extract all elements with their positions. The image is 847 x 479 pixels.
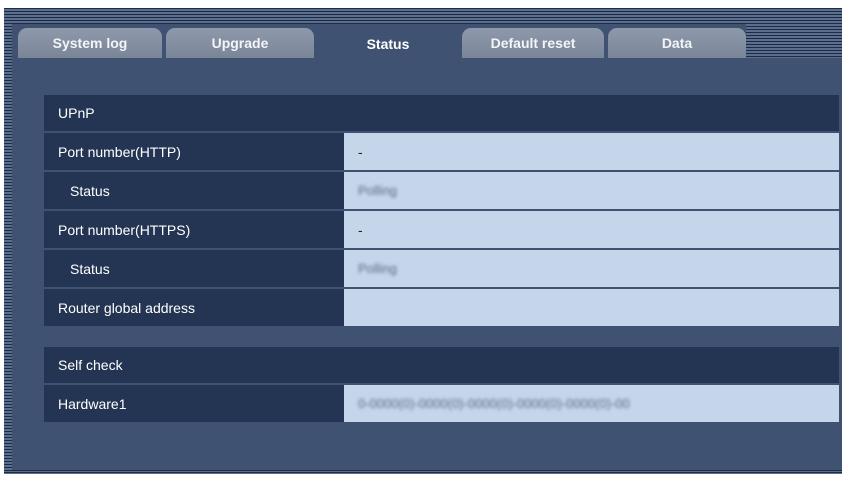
status-panel: UPnP Port number(HTTP) - Status Polling … [12, 60, 842, 470]
row-label: Hardware1 [44, 385, 344, 422]
right-stripe-decoration [746, 8, 842, 58]
top-stripe-decoration [4, 8, 842, 24]
tab-status[interactable]: Status [318, 28, 458, 60]
row-value: - [344, 133, 839, 170]
row-value: 0-0000(0)-0000(0)-0000(0)-0000(0)-0000(0… [344, 385, 839, 422]
bottom-stripe-decoration [4, 470, 842, 474]
upnp-section-header: UPnP [44, 95, 839, 131]
row-label: Router global address [44, 289, 344, 326]
row-value [344, 289, 839, 326]
row-label: Port number(HTTPS) [44, 211, 344, 248]
status-value-text: Polling [358, 183, 398, 198]
upnp-row-port-https: Port number(HTTPS) - [44, 211, 839, 248]
row-value: Polling [344, 172, 839, 209]
self-check-section-header: Self check [44, 347, 839, 383]
row-label: Port number(HTTP) [44, 133, 344, 170]
hardware-value-text: 0-0000(0)-0000(0)-0000(0)-0000(0)-0000(0… [358, 396, 630, 411]
row-label: Status [44, 172, 344, 209]
row-value: Polling [344, 250, 839, 287]
upnp-row-router-global-address: Router global address [44, 289, 839, 326]
upnp-row-https-status: Status Polling [44, 250, 839, 287]
upnp-row-port-http: Port number(HTTP) - [44, 133, 839, 170]
row-value: - [344, 211, 839, 248]
upnp-row-http-status: Status Polling [44, 172, 839, 209]
left-stripe-decoration [4, 8, 12, 474]
tab-data[interactable]: Data [608, 28, 746, 58]
row-label: Status [44, 250, 344, 287]
tab-system-log[interactable]: System log [18, 28, 162, 58]
settings-window: System log Upgrade Status Default reset … [4, 8, 842, 474]
tab-default-reset[interactable]: Default reset [462, 28, 604, 58]
status-value-text: Polling [358, 261, 398, 276]
tab-upgrade[interactable]: Upgrade [166, 28, 314, 58]
self-check-row-hardware1: Hardware1 0-0000(0)-0000(0)-0000(0)-0000… [44, 385, 839, 422]
